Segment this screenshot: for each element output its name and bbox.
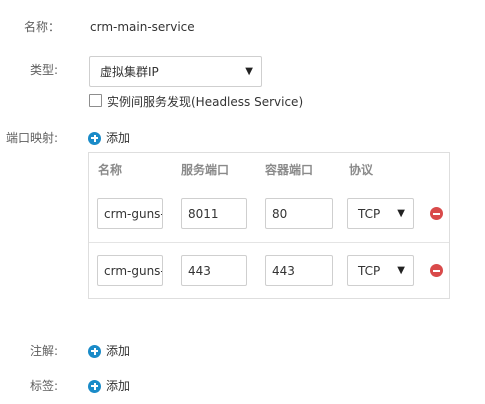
container-port-input[interactable]: 443 [265,255,333,286]
add-tag-button[interactable]: 添加 [88,378,130,394]
service-port-value: 8011 [188,207,219,221]
plus-circle-icon [88,379,101,393]
type-label: 类型: [30,63,59,77]
protocol-value: TCP [358,264,381,278]
add-port-label: 添加 [106,131,131,145]
header-container-port: 容器端口 [265,163,314,177]
plus-circle-icon [88,131,101,145]
minus-circle-icon[interactable] [430,264,443,277]
port-mapping-label: 端口映射: [6,131,59,145]
port-name-input[interactable]: crm-guns- [97,198,163,229]
add-tag-label: 添加 [106,379,131,393]
caret-down-icon: ▼ [245,66,253,77]
name-value: crm-main-service [90,20,195,34]
add-annotation-button[interactable]: 添加 [88,343,130,359]
port-name-value: crm-guns- [104,207,163,221]
type-select[interactable]: 虚拟集群IP ▼ [89,56,262,87]
service-port-input[interactable]: 8011 [181,198,247,229]
caret-down-icon: ▼ [397,265,405,276]
tags-label: 标签: [30,379,59,393]
headless-checkbox[interactable] [89,94,102,107]
container-port-value: 80 [272,207,288,221]
protocol-value: TCP [358,207,381,221]
service-port-value: 443 [188,264,211,278]
annotations-label: 注解: [30,344,59,358]
protocol-select[interactable]: TCP ▼ [347,255,414,286]
header-name: 名称 [98,163,123,177]
container-port-input[interactable]: 80 [265,198,333,229]
add-annotation-label: 添加 [106,344,131,358]
container-port-value: 443 [272,264,295,278]
row-divider [89,242,449,243]
name-label: 名称： [24,20,61,34]
add-port-button[interactable]: 添加 [88,130,130,146]
protocol-select[interactable]: TCP ▼ [347,198,414,229]
type-select-value: 虚拟集群IP [100,65,159,79]
headless-label: 实例间服务发现(Headless Service) [107,95,304,109]
plus-circle-icon [88,344,101,358]
service-port-input[interactable]: 443 [181,255,247,286]
port-name-input[interactable]: crm-guns- [97,255,163,286]
port-name-value: crm-guns- [104,264,163,278]
caret-down-icon: ▼ [397,208,405,219]
port-mapping-table: 名称 服务端口 容器端口 协议 crm-guns- 8011 80 TCP ▼ … [88,152,450,299]
header-service-port: 服务端口 [181,163,230,177]
minus-circle-icon[interactable] [430,207,443,220]
header-protocol: 协议 [349,163,374,177]
